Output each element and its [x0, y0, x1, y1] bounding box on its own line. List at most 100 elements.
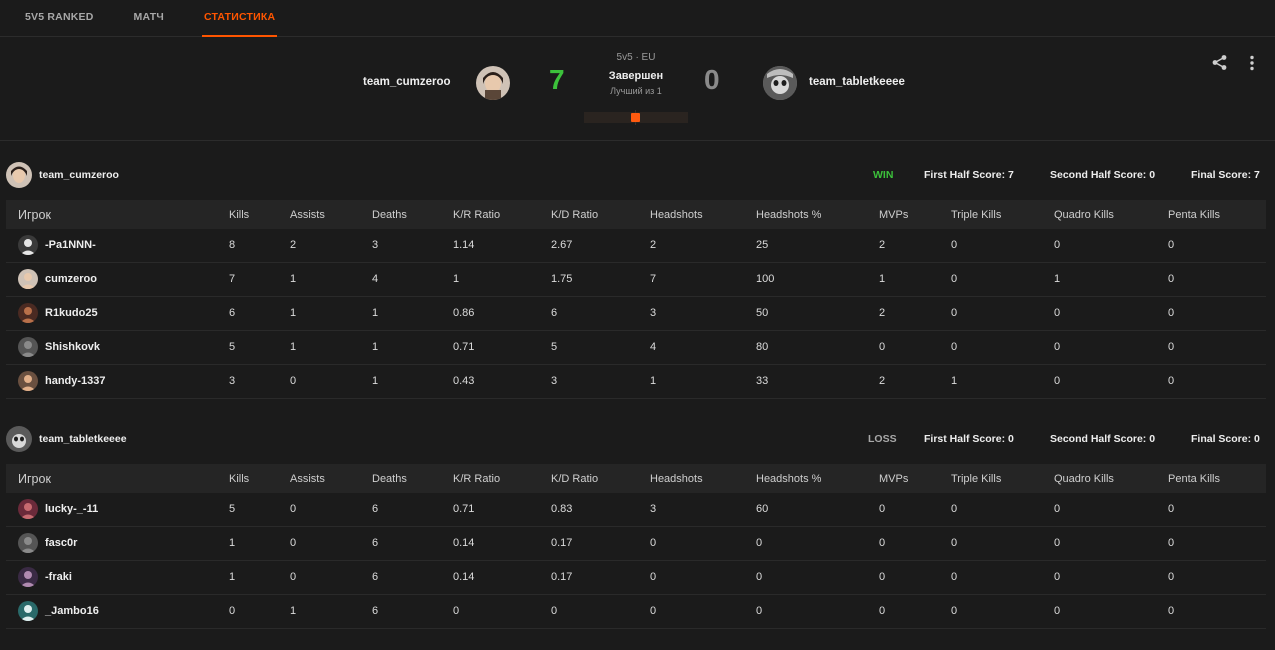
- stat-cell: 2: [879, 307, 886, 319]
- col-assists[interactable]: Assists: [290, 464, 372, 493]
- stat-cell: 50: [756, 307, 769, 319]
- stat-cell: 1.14: [453, 239, 475, 252]
- team2-avatar[interactable]: [763, 66, 797, 100]
- player-avatar[interactable]: [18, 337, 38, 357]
- player-name[interactable]: -fraki: [45, 571, 72, 583]
- stat-cell: 0: [879, 537, 886, 549]
- player-avatar[interactable]: [18, 499, 38, 520]
- col-deaths[interactable]: Deaths: [372, 200, 453, 229]
- col-penta-kills[interactable]: Penta Kills: [1168, 200, 1266, 229]
- stat-cell: 3: [650, 307, 657, 319]
- stat-cell: 0: [951, 341, 958, 353]
- team1-avatar[interactable]: [476, 66, 510, 100]
- player-name[interactable]: lucky-_-11: [45, 503, 98, 515]
- col-kd-ratio[interactable]: K/D Ratio: [551, 200, 650, 229]
- player-avatar[interactable]: [18, 269, 38, 289]
- col-player[interactable]: Игрок: [6, 200, 229, 229]
- stat-cell: 1: [650, 375, 657, 387]
- player-avatar[interactable]: [18, 235, 38, 256]
- col-triple-kills[interactable]: Triple Kills: [951, 464, 1054, 493]
- share-icon[interactable]: [1211, 54, 1228, 74]
- stat-cell: 1: [372, 375, 379, 387]
- col-player[interactable]: Игрок: [6, 464, 229, 493]
- stat-cell: 0: [229, 605, 236, 617]
- team2-header-avatar[interactable]: [6, 426, 32, 452]
- best-of: Лучший из 1: [610, 86, 662, 96]
- player-avatar[interactable]: [18, 303, 38, 323]
- team2-second-half-score: Second Half Score: 0: [1050, 433, 1156, 445]
- col-triple-kills[interactable]: Triple Kills: [951, 200, 1054, 229]
- player-name[interactable]: handy-1337: [45, 375, 106, 387]
- table-row: handy-1337 3 0 1 0.43 3 1 33 2 1 0 0: [6, 364, 1266, 398]
- col-kr-ratio[interactable]: K/R Ratio: [453, 464, 551, 493]
- player-cell: Shishkovk: [6, 330, 229, 364]
- player-name[interactable]: fasc0r: [45, 537, 77, 549]
- stat-cell: 1: [951, 375, 958, 387]
- player-avatar[interactable]: [18, 371, 38, 391]
- col-kd-ratio[interactable]: K/D Ratio: [551, 464, 650, 493]
- stat-cell: 0: [290, 537, 297, 549]
- stat-cell: 0: [1168, 503, 1175, 516]
- stat-cell: 1: [1054, 273, 1061, 285]
- col-headshots[interactable]: Headshots: [650, 200, 756, 229]
- more-vertical-icon[interactable]: [1248, 55, 1256, 74]
- team2-score: 0: [704, 64, 720, 95]
- stat-cell: 5: [229, 341, 236, 353]
- team1-section-name[interactable]: team_cumzeroo: [39, 169, 119, 181]
- stat-cell: 33: [756, 375, 769, 387]
- stat-cell: 0: [951, 307, 958, 319]
- team2-header: team_tabletkeeee LOSS First Half Score: …: [0, 420, 1275, 456]
- col-headshots[interactable]: Headshots: [650, 464, 756, 493]
- stat-cell: 1: [229, 537, 236, 549]
- col-headshots-pct[interactable]: Headshots %: [756, 200, 879, 229]
- col-mvps[interactable]: MVPs: [879, 200, 951, 229]
- tab-statistics[interactable]: СТАТИСТИКА: [201, 0, 278, 37]
- match-status: Завершен: [608, 70, 664, 82]
- tab-5v5-ranked[interactable]: 5V5 RANKED: [25, 0, 94, 36]
- team1-header-avatar[interactable]: [6, 162, 32, 188]
- table-row: _Jambo16 0 1 6 0 0 0 0 0 0 0 0: [6, 594, 1266, 628]
- player-avatar[interactable]: [18, 601, 38, 621]
- col-penta-kills[interactable]: Penta Kills: [1168, 464, 1266, 493]
- col-quadro-kills[interactable]: Quadro Kills: [1054, 200, 1168, 229]
- stat-cell: 4: [650, 341, 657, 353]
- table-row: cumzeroo 7 1 4 1 1.75 7 100 1 0 1 0: [6, 262, 1266, 296]
- stat-cell: 0: [1168, 605, 1175, 617]
- stat-cell: 0: [1054, 605, 1061, 617]
- stat-cell: 0: [951, 239, 958, 252]
- stat-cell: 0: [1168, 341, 1175, 353]
- col-assists[interactable]: Assists: [290, 200, 372, 229]
- player-name[interactable]: R1kudo25: [45, 307, 98, 319]
- col-mvps[interactable]: MVPs: [879, 464, 951, 493]
- col-kills[interactable]: Kills: [229, 464, 290, 493]
- stat-cell: 3: [551, 375, 558, 387]
- stat-cell: 6: [229, 307, 236, 319]
- player-name[interactable]: -Pa1NNN-: [45, 239, 96, 251]
- stat-cell: 0: [1168, 537, 1175, 549]
- player-name[interactable]: _Jambo16: [45, 605, 99, 617]
- player-avatar[interactable]: [18, 567, 38, 587]
- stat-cell: 5: [551, 341, 558, 353]
- team2-name[interactable]: team_tabletkeeee: [809, 76, 905, 88]
- player-avatar[interactable]: [18, 533, 38, 553]
- col-kills[interactable]: Kills: [229, 200, 290, 229]
- match-mode: 5v5 · EU: [616, 52, 656, 63]
- col-quadro-kills[interactable]: Quadro Kills: [1054, 464, 1168, 493]
- stat-cell: 0.71: [453, 341, 475, 353]
- team2-section-name[interactable]: team_tabletkeeee: [39, 433, 127, 445]
- player-name[interactable]: cumzeroo: [45, 273, 97, 285]
- col-headshots-pct[interactable]: Headshots %: [756, 464, 879, 493]
- player-name[interactable]: Shishkovk: [45, 341, 100, 353]
- player-cell: -fraki: [6, 560, 229, 594]
- col-kr-ratio[interactable]: K/R Ratio: [453, 200, 551, 229]
- stat-cell: 6: [372, 503, 379, 516]
- stat-cell: 0: [1054, 571, 1061, 583]
- team1-name[interactable]: team_cumzeroo: [363, 76, 451, 88]
- stat-cell: 0: [1054, 307, 1061, 319]
- tab-match[interactable]: МАТЧ: [134, 0, 164, 36]
- stat-cell: 0: [1054, 503, 1061, 516]
- stat-cell: 0.17: [551, 537, 573, 549]
- stat-cell: 0: [879, 341, 886, 353]
- col-deaths[interactable]: Deaths: [372, 464, 453, 493]
- team1-stats-table: Игрок Kills Assists Deaths K/R Ratio K/D…: [6, 200, 1266, 399]
